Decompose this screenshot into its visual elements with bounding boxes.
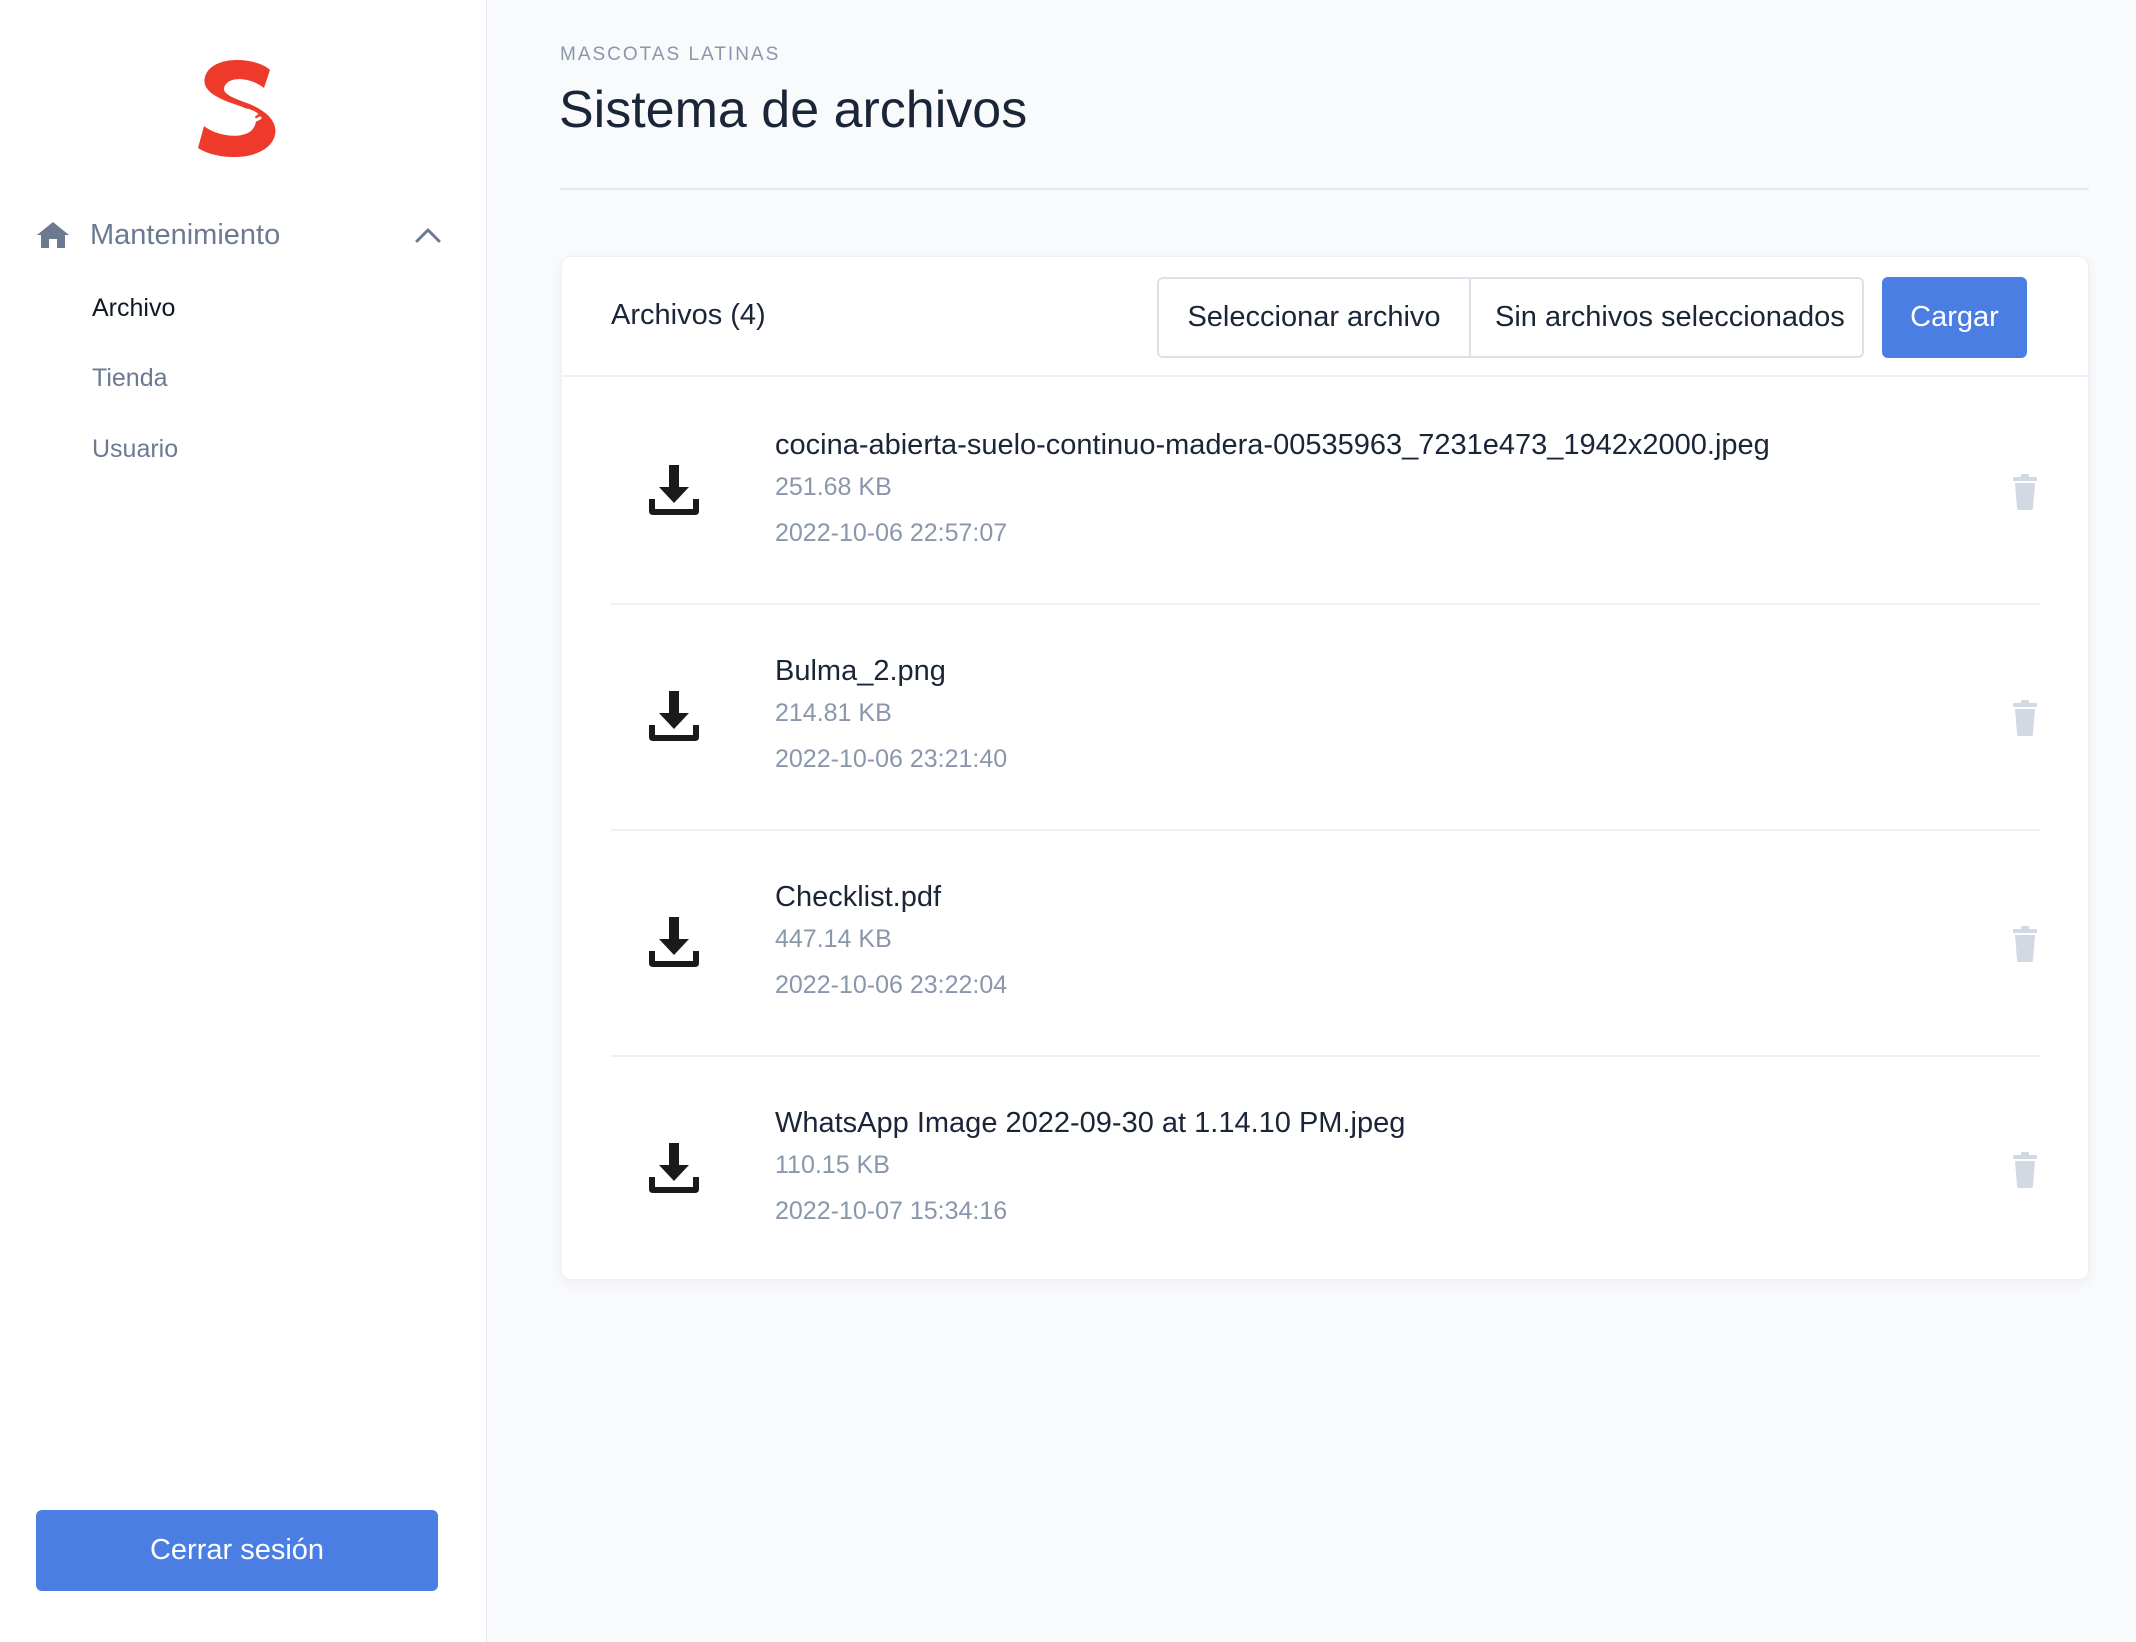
- nav-item-usuario[interactable]: Usuario: [92, 435, 178, 464]
- file-size: 214.81 KB: [775, 699, 892, 727]
- main-content: MASCOTAS LATINAS Sistema de archivos Arc…: [487, 0, 2136, 1642]
- download-icon[interactable]: [645, 687, 703, 745]
- header-divider: [560, 188, 2089, 190]
- files-count-title: Archivos (4): [611, 299, 766, 331]
- download-icon[interactable]: [645, 913, 703, 971]
- file-date: 2022-10-07 15:34:16: [775, 1197, 1008, 1225]
- chevron-up-icon[interactable]: [414, 226, 442, 244]
- file-row: WhatsApp Image 2022-09-30 at 1.14.10 PM.…: [611, 1057, 2040, 1283]
- file-date: 2022-10-06 22:57:07: [775, 519, 1008, 547]
- file-row: cocina-abierta-suelo-continuo-madera-005…: [611, 379, 2040, 605]
- trash-icon[interactable]: [2011, 1152, 2039, 1188]
- download-icon[interactable]: [645, 1139, 703, 1197]
- upload-button[interactable]: Cargar: [1882, 277, 2027, 358]
- trash-icon[interactable]: [2011, 474, 2039, 510]
- select-file-button[interactable]: Seleccionar archivo: [1159, 279, 1471, 356]
- file-name: Checklist.pdf: [775, 881, 942, 913]
- card-header: Archivos (4) Seleccionar archivo Sin arc…: [562, 257, 2088, 377]
- home-icon: [37, 222, 69, 248]
- file-input[interactable]: Seleccionar archivo Sin archivos selecci…: [1157, 277, 1864, 358]
- page-title: Sistema de archivos: [559, 81, 1028, 139]
- file-row: Checklist.pdf 447.14 KB 2022-10-06 23:22…: [611, 831, 2040, 1057]
- nav-item-archivo[interactable]: Archivo: [92, 294, 175, 323]
- file-selection-status: Sin archivos seleccionados: [1495, 301, 1845, 333]
- logout-button[interactable]: Cerrar sesión: [36, 1510, 438, 1591]
- brand-logo-icon: [198, 60, 276, 158]
- nav-section-mantenimiento[interactable]: Mantenimiento: [36, 210, 446, 260]
- file-date: 2022-10-06 23:22:04: [775, 971, 1008, 999]
- file-size: 110.15 KB: [775, 1151, 890, 1179]
- file-name: cocina-abierta-suelo-continuo-madera-005…: [775, 429, 1770, 461]
- trash-icon[interactable]: [2011, 700, 2039, 736]
- app-root: Mantenimiento Archivo Tienda Usuario Cer…: [0, 0, 2136, 1642]
- file-name: Bulma_2.png: [775, 655, 946, 687]
- sidebar: Mantenimiento Archivo Tienda Usuario Cer…: [0, 0, 487, 1642]
- file-row: Bulma_2.png 214.81 KB 2022-10-06 23:21:4…: [611, 605, 2040, 831]
- trash-icon[interactable]: [2011, 926, 2039, 962]
- page-eyebrow: MASCOTAS LATINAS: [560, 44, 781, 65]
- nav-item-tienda[interactable]: Tienda: [92, 364, 168, 393]
- download-icon[interactable]: [645, 461, 703, 519]
- file-name: WhatsApp Image 2022-09-30 at 1.14.10 PM.…: [775, 1107, 1406, 1139]
- files-card: Archivos (4) Seleccionar archivo Sin arc…: [561, 256, 2089, 1280]
- file-date: 2022-10-06 23:21:40: [775, 745, 1008, 773]
- file-size: 447.14 KB: [775, 925, 892, 953]
- file-size: 251.68 KB: [775, 473, 892, 501]
- nav-section-label: Mantenimiento: [90, 218, 281, 251]
